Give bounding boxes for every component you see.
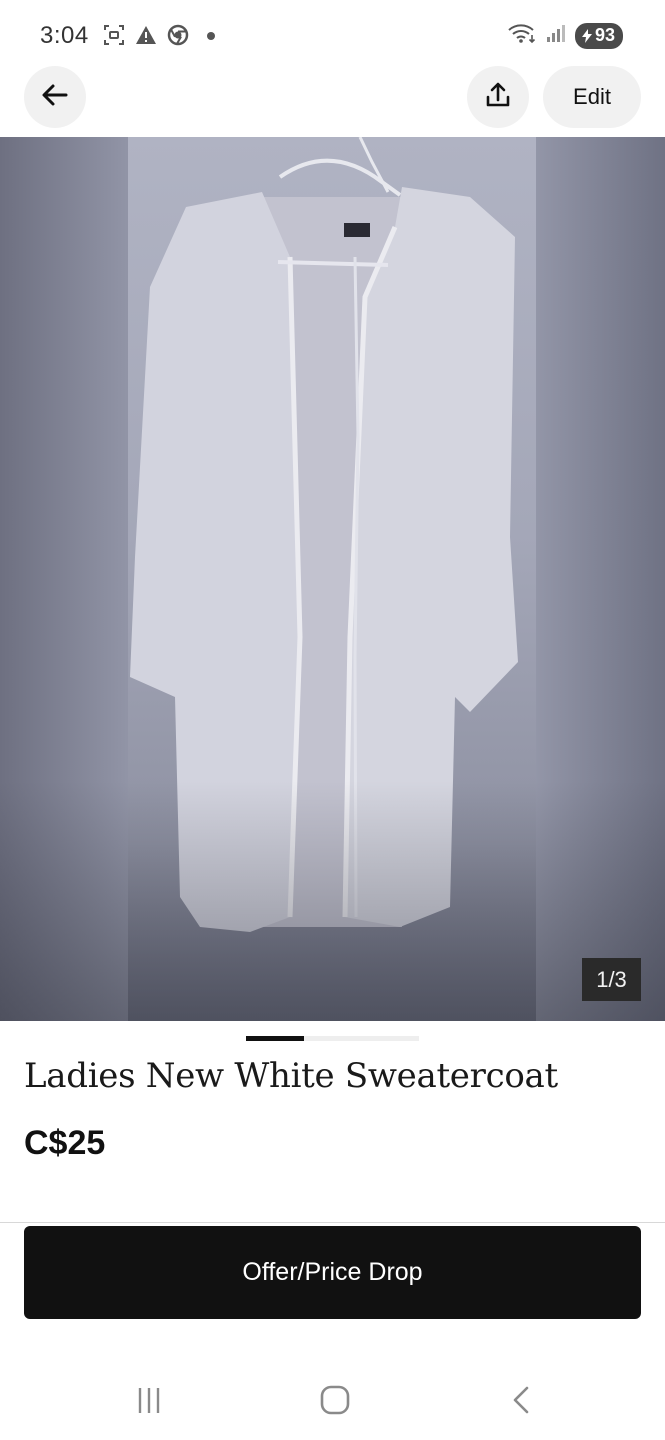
battery-level: 93 [594, 25, 615, 45]
carousel-indicator [246, 1036, 419, 1041]
listing-photo[interactable]: 1/3 [0, 137, 665, 1021]
listing-page: 3:04 93 Edit 1/3 Ladies New White Sweate… [0, 0, 665, 1440]
status-icons-right: 93 [507, 22, 623, 49]
back-arrow-icon [40, 80, 70, 115]
battery-icon: 93 [574, 22, 623, 49]
system-back-button[interactable] [491, 1384, 551, 1420]
recents-icon [134, 1385, 164, 1420]
edit-button[interactable]: Edit [543, 66, 641, 128]
system-nav-bar [0, 1362, 665, 1440]
carousel-indicator-active [246, 1036, 304, 1041]
status-time: 3:04 [40, 22, 89, 49]
recents-button[interactable] [119, 1384, 179, 1420]
dot-icon [207, 31, 215, 40]
divider [0, 1222, 665, 1223]
home-button[interactable] [305, 1384, 365, 1420]
top-nav: Edit [0, 66, 665, 136]
chrome-icon [167, 24, 189, 46]
share-icon [483, 80, 513, 115]
share-button[interactable] [467, 66, 529, 128]
listing-title: Ladies New White Sweatercoat [24, 1056, 558, 1096]
back-icon [506, 1385, 536, 1420]
status-bar: 3:04 93 [0, 0, 665, 66]
listing-price: C$25 [24, 1124, 106, 1162]
status-icons-left [103, 24, 215, 46]
photo-shade [0, 781, 665, 1021]
photo-counter: 1/3 [582, 958, 641, 1001]
back-button[interactable] [24, 66, 86, 128]
offer-price-drop-button[interactable]: Offer/Price Drop [24, 1226, 641, 1319]
signal-icon [545, 22, 567, 49]
alert-icon [135, 24, 157, 46]
home-icon [320, 1385, 350, 1420]
wifi-icon [507, 22, 537, 49]
screenshot-icon [103, 24, 125, 46]
